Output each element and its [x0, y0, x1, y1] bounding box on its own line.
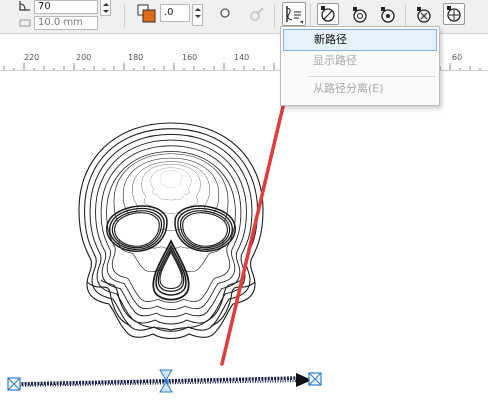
path-dropdown-menu: 新路径 显示路径 从路径分离(E) — [280, 26, 440, 106]
node-icon-5 — [447, 6, 461, 22]
ruler-label: 200 — [76, 53, 92, 62]
offset-field[interactable]: .0 — [160, 4, 190, 22]
annotation-arrow — [220, 72, 293, 366]
ruler-label: 60 — [452, 53, 463, 62]
circle-radio-icon[interactable] — [219, 7, 231, 19]
node-icon-2[interactable] — [350, 5, 370, 25]
separator — [274, 4, 275, 28]
thickness-field[interactable]: 10.0 mm — [34, 16, 98, 30]
new-path-button[interactable] — [282, 2, 306, 26]
ruler-label: 140 — [234, 53, 250, 62]
rotation-icon — [19, 1, 30, 11]
drawing-canvas[interactable] — [0, 72, 488, 401]
ruler-label: 180 — [128, 53, 144, 62]
rotation-spinner[interactable] — [100, 0, 111, 16]
offset-spinner[interactable] — [192, 4, 203, 26]
separator — [124, 4, 125, 28]
menu-separator — [309, 76, 435, 77]
new-path-icon — [286, 6, 303, 24]
path-start-handle[interactable] — [7, 377, 21, 391]
menu-item-new-path[interactable]: 新路径 — [283, 29, 437, 51]
canvas-artwork — [7, 72, 322, 393]
menu-item-show-path: 显示路径 — [313, 54, 357, 67]
node-icon-4[interactable] — [414, 5, 434, 25]
thickness-icon — [19, 19, 31, 27]
menu-item-detach-from-path: 从路径分离(E) — [313, 82, 384, 95]
separator — [405, 4, 406, 28]
separator — [310, 4, 311, 28]
node-icon-3[interactable] — [378, 5, 398, 25]
ruler-label: 160 — [182, 53, 198, 62]
node-button-1[interactable] — [317, 3, 339, 25]
pen-disabled-icon — [250, 7, 264, 21]
ruler-label: 220 — [24, 53, 40, 62]
transparency-icon[interactable] — [137, 4, 157, 24]
node-button-5[interactable] — [443, 3, 465, 25]
rotation-field[interactable]: 70 — [34, 0, 98, 14]
path-end-handle[interactable] — [308, 372, 322, 386]
node-icon-1 — [321, 6, 335, 22]
